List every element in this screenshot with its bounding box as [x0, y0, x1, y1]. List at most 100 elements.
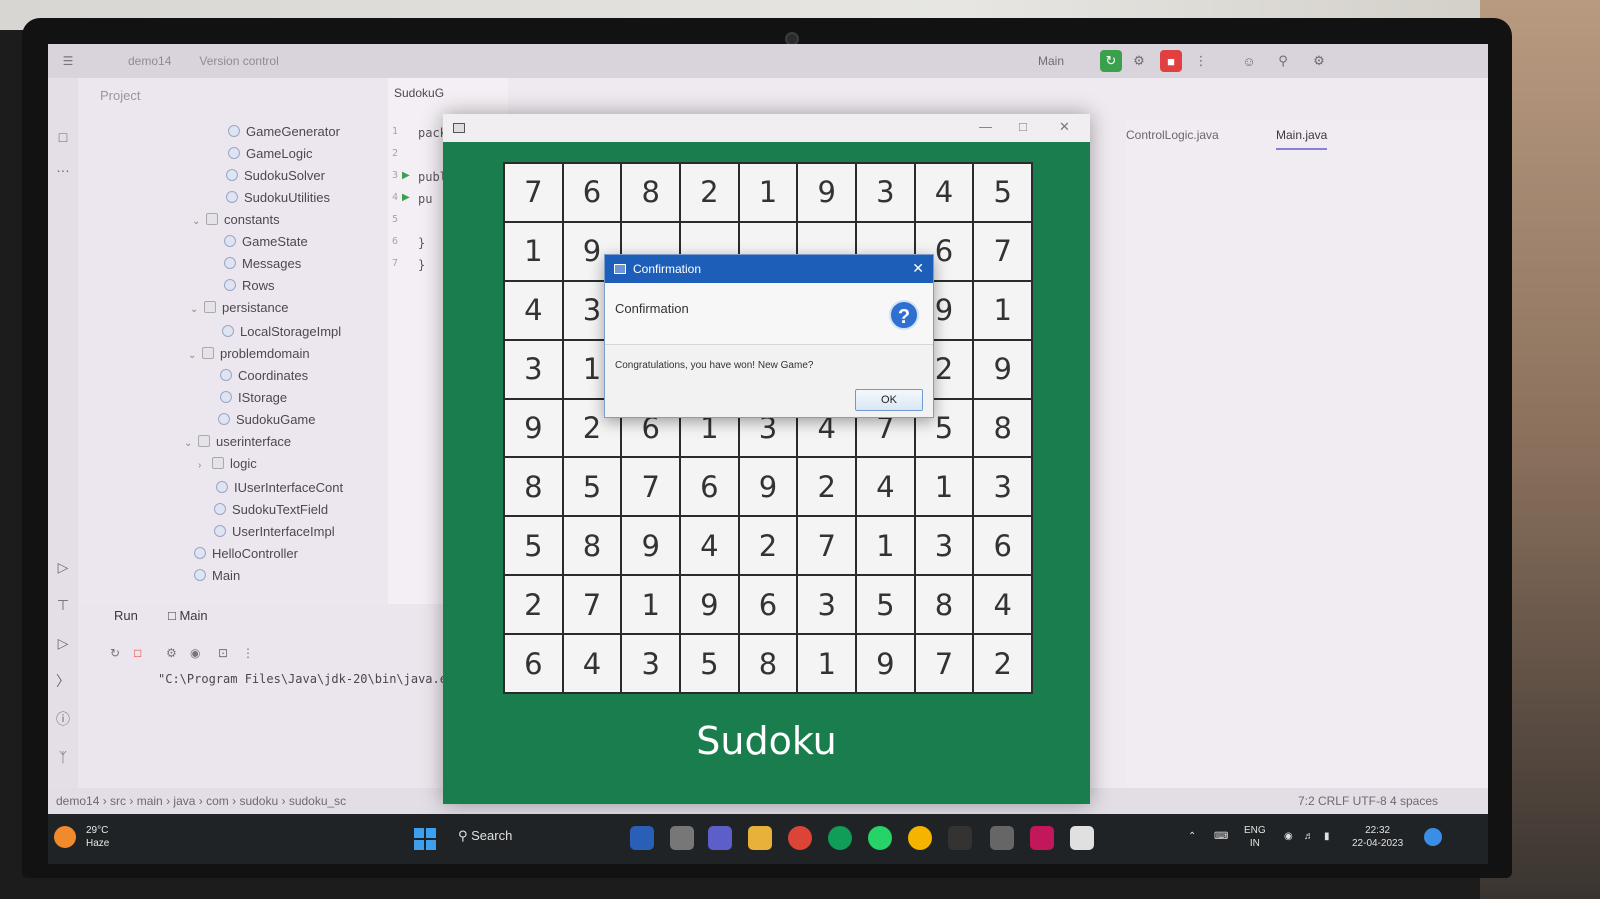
- tree-folder[interactable]: ⌄ constants: [192, 212, 280, 227]
- run-panel-title[interactable]: Run: [114, 608, 138, 623]
- settings-gear-icon[interactable]: ⚙: [1308, 50, 1330, 72]
- sudoku-cell[interactable]: 7: [915, 635, 973, 692]
- sudoku-cell[interactable]: 6: [739, 576, 797, 634]
- sudoku-cell[interactable]: 1: [798, 635, 855, 692]
- teams-icon[interactable]: [708, 826, 732, 850]
- profile-icon[interactable]: ☺: [1238, 50, 1260, 72]
- windows-start-icon[interactable]: [414, 828, 436, 850]
- sudoku-cell[interactable]: 7: [798, 517, 855, 575]
- sudoku-cell[interactable]: 1: [505, 222, 562, 280]
- sudoku-cell[interactable]: 6: [681, 458, 738, 516]
- debug-icon[interactable]: ⚙: [166, 646, 177, 660]
- sudoku-cell[interactable]: 1: [915, 458, 973, 516]
- sudoku-window-titlebar[interactable]: — □ ✕: [443, 114, 1090, 142]
- chrome-icon[interactable]: [788, 826, 812, 850]
- sudoku-cell[interactable]: 8: [974, 399, 1031, 457]
- camera-icon[interactable]: ◉: [190, 646, 200, 660]
- tree-item[interactable]: SudokuTextField: [214, 502, 328, 517]
- stop-icon[interactable]: ■: [1160, 50, 1182, 72]
- stop-icon[interactable]: □: [134, 646, 141, 660]
- sudoku-cell[interactable]: 1: [622, 576, 679, 634]
- run-tool-icon[interactable]: ▷: [54, 634, 72, 652]
- chrome-profile-icon[interactable]: [828, 826, 852, 850]
- intellij-icon[interactable]: [1030, 826, 1054, 850]
- chrome-alt-icon[interactable]: [908, 826, 932, 850]
- sudoku-cell[interactable]: 7: [563, 576, 621, 634]
- tree-folder[interactable]: ⌄ problemdomain: [188, 346, 310, 361]
- run-gutter-icon[interactable]: ▶: [402, 192, 410, 203]
- taskbar-search[interactable]: ⚲ Search: [458, 828, 512, 844]
- tree-item[interactable]: IUserInterfaceCont: [216, 480, 343, 495]
- sudoku-cell[interactable]: 5: [505, 517, 562, 575]
- battery-icon[interactable]: ▮: [1324, 830, 1330, 843]
- java-icon[interactable]: [1070, 826, 1094, 850]
- sudoku-cell[interactable]: 4: [915, 164, 973, 221]
- tree-item[interactable]: Coordinates: [220, 368, 308, 383]
- chevron-up-icon[interactable]: ⌃: [1188, 830, 1196, 843]
- tree-item[interactable]: GameLogic: [228, 146, 312, 161]
- rerun-icon[interactable]: ↻: [1100, 50, 1122, 72]
- tree-folder[interactable]: ⌄ persistance: [190, 300, 288, 315]
- sudoku-cell[interactable]: 2: [974, 635, 1031, 692]
- editor-tab[interactable]: SudokuG: [394, 86, 444, 100]
- more-tools-icon[interactable]: …: [54, 158, 72, 176]
- problems-icon[interactable]: ⓘ: [54, 710, 72, 728]
- maximize-icon[interactable]: □: [1019, 119, 1027, 134]
- tree-item[interactable]: IStorage: [220, 390, 287, 405]
- sudoku-cell[interactable]: 3: [857, 164, 914, 221]
- project-view-icon[interactable]: □: [54, 128, 72, 146]
- sudoku-cell[interactable]: 8: [915, 576, 973, 634]
- run-gutter-icon[interactable]: ▶: [402, 170, 410, 181]
- file-explorer-icon[interactable]: [748, 826, 772, 850]
- app-icon[interactable]: [990, 826, 1014, 850]
- sudoku-cell[interactable]: 9: [857, 635, 914, 692]
- sudoku-cell[interactable]: 9: [798, 164, 855, 221]
- terminal-icon[interactable]: [948, 826, 972, 850]
- sudoku-cell[interactable]: 7: [974, 222, 1031, 280]
- volume-icon[interactable]: ♬: [1304, 830, 1314, 843]
- sudoku-cell[interactable]: 9: [974, 340, 1031, 398]
- sudoku-cell[interactable]: 4: [681, 517, 738, 575]
- sudoku-cell[interactable]: 3: [798, 576, 855, 634]
- tree-item[interactable]: GameGenerator: [228, 124, 340, 139]
- sudoku-cell[interactable]: 3: [622, 635, 679, 692]
- sudoku-cell[interactable]: 4: [563, 635, 621, 692]
- sudoku-cell[interactable]: 5: [681, 635, 738, 692]
- tree-item[interactable]: Rows: [224, 278, 275, 293]
- build-icon[interactable]: ⊤: [54, 596, 72, 614]
- debug-icon[interactable]: ⚙: [1128, 50, 1150, 72]
- sudoku-cell[interactable]: 1: [739, 164, 797, 221]
- rerun-icon[interactable]: ↻: [110, 646, 120, 660]
- tree-item[interactable]: SudokuGame: [218, 412, 316, 427]
- weather-widget[interactable]: 29°C Haze: [54, 824, 109, 850]
- status-info[interactable]: 7:2 CRLF UTF-8 4 spaces: [1298, 794, 1438, 808]
- sudoku-cell[interactable]: 8: [563, 517, 621, 575]
- sudoku-cell[interactable]: 6: [563, 164, 621, 221]
- search-icon[interactable]: ⚲: [1272, 50, 1294, 72]
- sudoku-cell[interactable]: 9: [739, 458, 797, 516]
- language-indicator[interactable]: ENG IN: [1244, 824, 1266, 850]
- close-icon[interactable]: ✕: [912, 260, 924, 277]
- sudoku-cell[interactable]: 5: [563, 458, 621, 516]
- tree-folder[interactable]: ⌄ userinterface: [184, 434, 291, 449]
- sudoku-cell[interactable]: 8: [739, 635, 797, 692]
- sudoku-cell[interactable]: 7: [505, 164, 562, 221]
- task-view-icon[interactable]: [670, 826, 694, 850]
- run-config-selector[interactable]: Main: [1038, 54, 1064, 68]
- sudoku-cell[interactable]: 9: [622, 517, 679, 575]
- exit-icon[interactable]: ⊡: [218, 646, 228, 660]
- close-icon[interactable]: ✕: [1059, 119, 1070, 135]
- whatsapp-icon[interactable]: [868, 826, 892, 850]
- tree-item[interactable]: SudokuUtilities: [226, 190, 330, 205]
- tree-item[interactable]: GameState: [224, 234, 308, 249]
- sudoku-cell[interactable]: 8: [622, 164, 679, 221]
- sudoku-cell[interactable]: 2: [739, 517, 797, 575]
- tree-item[interactable]: Main: [194, 568, 240, 583]
- project-name[interactable]: demo14: [128, 54, 171, 68]
- secondary-editor[interactable]: ControlLogic.java Main.java: [1126, 120, 1488, 788]
- sudoku-cell[interactable]: 2: [681, 164, 738, 221]
- version-control-menu[interactable]: Version control: [199, 54, 278, 68]
- tree-item[interactable]: UserInterfaceImpl: [214, 524, 335, 539]
- tab-controllogic[interactable]: ControlLogic.java: [1126, 128, 1219, 142]
- sudoku-cell[interactable]: 7: [622, 458, 679, 516]
